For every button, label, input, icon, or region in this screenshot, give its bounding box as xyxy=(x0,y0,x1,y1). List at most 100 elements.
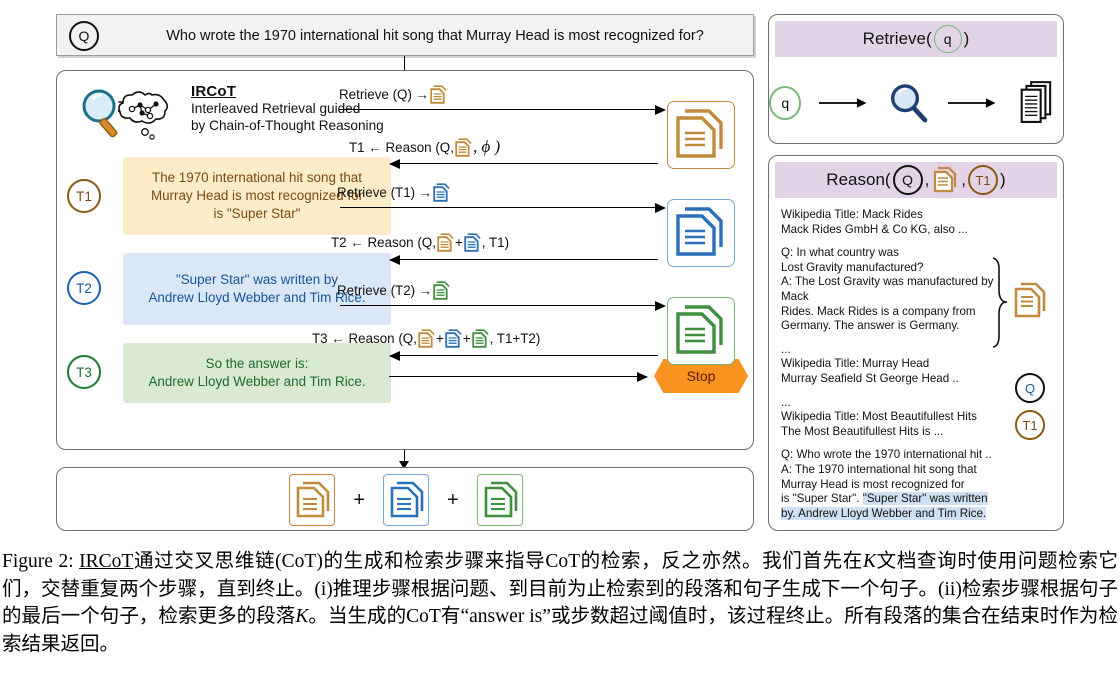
ircot-subtitle-line2: by Chain-of-Thought Reasoning xyxy=(191,117,384,133)
curly-brace-icon xyxy=(992,257,1007,348)
figure-diagram: Q Who wrote the 1970 international hit s… xyxy=(0,0,1120,545)
reason-p4-text: ... Wikipedia Title: Most Beautifullest … xyxy=(781,395,977,438)
merged-documents-panel: + + xyxy=(56,467,754,531)
document-icon-gold xyxy=(430,85,447,104)
caption-italic-k-2: K xyxy=(295,606,309,627)
document-icon-blue xyxy=(433,183,450,202)
t1-line1: The 1970 international hit song that xyxy=(152,170,362,185)
retrieve-header-pre: Retrieve( xyxy=(862,29,932,48)
merged-doc-green xyxy=(476,474,523,526)
arrow-label-reason-t2: T2 ← Reason (Q, + , T1) xyxy=(331,233,509,252)
reason-definition-panel: Reason( Q , , T1 ) Wikipedia Title: Mack… xyxy=(768,155,1064,531)
t3-line1: So the answer is: xyxy=(205,356,309,371)
reason-header-sep-1: , xyxy=(924,170,930,189)
arrow-line-retrieve-t1 xyxy=(340,207,657,208)
document-stack-green xyxy=(667,297,735,365)
arrow-label-retrieve-t1-text: Retrieve (T1) → xyxy=(337,185,433,200)
reason-header-badge-t1: T1 xyxy=(968,165,999,195)
plus-sign: + xyxy=(435,331,444,346)
retrieve-header-post: ) xyxy=(963,29,970,48)
retrieve-definition-panel: Retrieve( q ) q xyxy=(768,14,1064,144)
plus-sign: + xyxy=(462,331,471,346)
document-icon-blue xyxy=(445,329,462,348)
arrow-label-reason-t3-post: , T1+T2) xyxy=(489,331,541,346)
plus-sign: + xyxy=(454,235,463,250)
ircot-main-panel: IRCoT Interleaved Retrieval guided by Ch… xyxy=(56,70,754,450)
question-badge: Q xyxy=(69,21,99,51)
document-icon-green xyxy=(471,329,489,348)
arrow-head-reason-t2 xyxy=(389,254,400,265)
retrieve-header-badge-q: q xyxy=(933,25,962,53)
reason-side-badge-q: Q xyxy=(1015,373,1045,403)
arrow-icon-right-2 xyxy=(948,98,996,108)
merge-plus-1: + xyxy=(353,488,365,511)
document-icon-gold xyxy=(934,166,957,193)
arrow-icon-right-1 xyxy=(819,98,867,108)
reason-p3-text: ... Wikipedia Title: Murray Head Murray … xyxy=(781,342,959,385)
t1-line3: is "Super Star" xyxy=(213,206,301,221)
caption-body-1: 通过交叉思维链(CoT)的生成和检索步骤来指导CoT的检索，反之亦然。我们首先在 xyxy=(133,551,863,572)
arrow-label-retrieve-t1: Retrieve (T1) → xyxy=(337,183,450,202)
reason-qa-answer-3: is "Super Star". xyxy=(781,492,863,506)
arrow-label-reason-t1-pre: T1 ← Reason (Q, xyxy=(349,139,454,155)
document-icon-gold xyxy=(418,329,435,348)
reason-header-post: ) xyxy=(1000,170,1006,189)
ircot-subtitle: Interleaved Retrieval guided by Chain-of… xyxy=(191,101,411,134)
arrow-label-reason-t2-post: , T1) xyxy=(481,235,510,250)
arrow-head-retrieve-q xyxy=(655,104,666,115)
document-stack-icon xyxy=(1020,81,1051,124)
retrieve-flow: q xyxy=(769,63,1065,143)
arrow-label-reason-t2-pre: T2 ← Reason (Q, xyxy=(331,235,436,250)
retrieve-input-badge-q: q xyxy=(769,86,802,120)
arrow-label-reason-t3-pre: T3 ← Reason (Q, xyxy=(312,331,417,346)
ircot-subtitle-line1: Interleaved Retrieval guided xyxy=(191,101,361,116)
arrow-label-reason-t1-post: , ϕ ) xyxy=(472,137,501,156)
retrieve-header: Retrieve( q ) xyxy=(775,21,1057,57)
reason-header-sep-2: , xyxy=(961,170,967,189)
arrow-head-reason-t3 xyxy=(389,350,400,361)
caption-underlined-term: IRCoT xyxy=(79,551,134,572)
document-icon-gold xyxy=(455,137,472,157)
thought-badge-t1: T1 xyxy=(67,179,101,213)
arrow-label-reason-t3: T3 ← Reason (Q, + + , T1+T2) xyxy=(312,329,540,348)
arrow-head-retrieve-t1 xyxy=(655,202,666,213)
arrow-line-retrieve-q xyxy=(339,109,657,110)
thought-box-t3: So the answer is: Andrew Lloyd Webber an… xyxy=(123,343,391,403)
document-icon-gold xyxy=(437,233,454,252)
reason-qa-highlight-2: by. Andrew Lloyd Webber and Tim Rice. xyxy=(781,506,987,520)
document-stack-gold xyxy=(667,101,735,169)
question-text: Who wrote the 1970 international hit son… xyxy=(166,28,704,44)
document-stack-blue xyxy=(667,199,735,267)
arrow-line-reason-t1 xyxy=(400,163,658,164)
reason-header: Reason( Q , , T1 ) xyxy=(775,162,1057,198)
reason-paragraph-3: ... Wikipedia Title: Murray Head Murray … xyxy=(781,343,995,387)
arrow-line-retrieve-t2 xyxy=(340,305,657,306)
caption-italic-k-1: K xyxy=(862,551,876,572)
arrow-head-stop xyxy=(637,371,648,382)
reason-qa-highlight-1: "Super Star" was written xyxy=(862,492,988,506)
magnifier-icon xyxy=(890,84,928,123)
arrow-line-reason-t3 xyxy=(400,355,658,356)
reason-body-text: Wikipedia Title: Mack Rides Mack Rides G… xyxy=(781,208,995,530)
t1-line2: Murray Head is most recognized for xyxy=(150,188,364,203)
reason-p1-text: Wikipedia Title: Mack Rides Mack Rides G… xyxy=(781,208,968,236)
arrow-label-retrieve-q-text: Retrieve (Q) → xyxy=(339,87,430,102)
reason-qa-answer-2: Murray Head is most recognized for xyxy=(781,477,965,491)
caption-prefix: Figure 2: xyxy=(2,551,80,572)
arrow-label-retrieve-t2: Retrieve (T2) → xyxy=(337,281,450,300)
arrow-label-retrieve-t2-text: Retrieve (T2) → xyxy=(337,283,433,298)
reason-paragraph-4: ... Wikipedia Title: Most Beautifullest … xyxy=(781,396,995,440)
arrow-label-retrieve-q: Retrieve (Q) → xyxy=(339,85,447,104)
reason-header-pre: Reason( xyxy=(826,170,891,189)
reason-qa-answer-1: A: The 1970 international hit song that xyxy=(781,462,977,476)
thought-badge-t3: T3 xyxy=(67,355,101,389)
ircot-logo xyxy=(75,85,185,147)
merged-doc-blue xyxy=(383,474,429,526)
reason-side-badge-t1: T1 xyxy=(1015,410,1045,440)
document-icon-green xyxy=(433,281,450,300)
merge-plus-2: + xyxy=(447,488,459,511)
question-bar: Q Who wrote the 1970 international hit s… xyxy=(56,14,754,56)
arrow-label-reason-t1: T1 ← Reason (Q, , ϕ ) xyxy=(349,137,500,157)
reason-qa-block: Q: Who wrote the 1970 international hit … xyxy=(781,448,995,521)
arrow-line-stop xyxy=(389,376,639,377)
